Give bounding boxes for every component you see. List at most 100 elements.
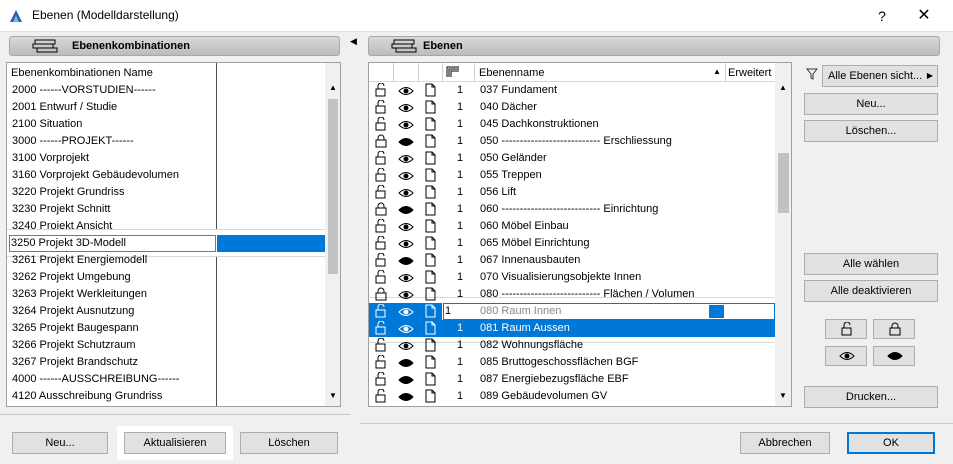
layer-wireframe-icon[interactable] bbox=[423, 236, 437, 250]
layer-wireframe-icon[interactable] bbox=[423, 338, 437, 352]
layer-row[interactable]: 1 056 Lift bbox=[369, 184, 775, 201]
layer-row[interactable]: 1 080 Raum Innen bbox=[369, 303, 775, 320]
layer-row[interactable]: 1 087 Energiebezugsfläche EBF bbox=[369, 371, 775, 388]
layer-row[interactable]: 1 082 Wohnungsfläche bbox=[369, 337, 775, 354]
unlock-icon[interactable] bbox=[374, 337, 388, 352]
layer-wireframe-icon[interactable] bbox=[423, 389, 437, 403]
unlock-icon[interactable] bbox=[374, 184, 388, 199]
combinations-name-column-header[interactable]: Ebenenkombinationen Name bbox=[11, 67, 153, 79]
scroll-up-icon[interactable]: ▲ bbox=[779, 83, 787, 92]
unlock-icon[interactable] bbox=[374, 167, 388, 182]
unlock-icon[interactable] bbox=[374, 303, 388, 318]
layer-wireframe-icon[interactable] bbox=[423, 270, 437, 284]
unlock-icon[interactable] bbox=[374, 218, 388, 233]
layer-row[interactable]: 1 060 Möbel Einbau bbox=[369, 218, 775, 235]
cancel-button[interactable]: Abbrechen bbox=[740, 432, 830, 454]
layer-row[interactable]: 1 089 Gebäudevolumen GV bbox=[369, 388, 775, 405]
layer-row[interactable]: 1 080 --------------------------- Flächen… bbox=[369, 286, 775, 303]
hide-all-button[interactable] bbox=[873, 346, 915, 366]
layer-row[interactable]: 1 070 Visualisierungsobjekte Innen bbox=[369, 269, 775, 286]
new-layer-button[interactable]: Neu... bbox=[804, 93, 938, 115]
scroll-down-icon[interactable]: ▼ bbox=[779, 391, 787, 400]
eye-icon[interactable] bbox=[398, 153, 414, 167]
layer-combinations-list[interactable]: Ebenenkombinationen Name 2000 ------VORS… bbox=[6, 62, 341, 407]
layer-wireframe-icon[interactable] bbox=[423, 287, 437, 301]
layer-name-column-header[interactable]: Ebenenname bbox=[479, 67, 544, 79]
unlock-icon[interactable] bbox=[374, 99, 388, 114]
combination-item[interactable]: 2100 Situation bbox=[7, 116, 82, 133]
layer-wireframe-icon[interactable] bbox=[423, 185, 437, 199]
update-combination-button[interactable]: Aktualisieren bbox=[124, 432, 226, 454]
sort-ascending-icon[interactable]: ▲ bbox=[713, 67, 721, 76]
combination-item[interactable]: 3230 Projekt Schnitt bbox=[7, 201, 110, 218]
unlock-icon[interactable] bbox=[374, 354, 388, 369]
layer-row[interactable]: 1 055 Treppen bbox=[369, 167, 775, 184]
layer-wireframe-icon[interactable] bbox=[423, 100, 437, 114]
eye-icon[interactable] bbox=[398, 102, 414, 116]
lock-icon[interactable] bbox=[374, 287, 388, 301]
ok-button[interactable]: OK bbox=[847, 432, 935, 454]
combination-item[interactable]: 3100 Vorprojekt bbox=[7, 150, 89, 167]
layer-row[interactable]: 1 050 Geländer bbox=[369, 150, 775, 167]
eye-icon[interactable] bbox=[398, 119, 414, 133]
layer-wireframe-icon[interactable] bbox=[423, 321, 437, 335]
delete-layer-button[interactable]: Löschen... bbox=[804, 120, 938, 142]
delete-combination-button[interactable]: Löschen bbox=[240, 432, 338, 454]
unlock-icon[interactable] bbox=[374, 252, 388, 267]
scroll-thumb[interactable] bbox=[778, 153, 789, 213]
unlock-icon[interactable] bbox=[374, 82, 388, 97]
eye-closed-icon[interactable] bbox=[398, 255, 414, 269]
lock-icon[interactable] bbox=[374, 134, 388, 148]
layer-row[interactable]: 1 085 Bruttogeschossflächen BGF bbox=[369, 354, 775, 371]
combination-item[interactable]: 3220 Projekt Grundriss bbox=[7, 184, 125, 201]
layer-row[interactable]: 1 037 Fundament bbox=[369, 82, 775, 99]
unlock-icon[interactable] bbox=[374, 116, 388, 131]
layer-row[interactable]: 1 060 --------------------------- Einrich… bbox=[369, 201, 775, 218]
layer-row[interactable]: 1 040 Dächer bbox=[369, 99, 775, 116]
layer-row[interactable]: 1 065 Möbel Einrichtung bbox=[369, 235, 775, 252]
eye-icon[interactable] bbox=[398, 221, 414, 235]
new-combination-button[interactable]: Neu... bbox=[12, 432, 108, 454]
combination-item[interactable]: 4120 Ausschreibung Grundriss bbox=[7, 388, 162, 405]
layers-table[interactable]: Ebenenname ▲ Erweitert 1 037 Fundament 1 04… bbox=[368, 62, 792, 407]
scroll-thumb[interactable] bbox=[328, 99, 338, 274]
collapse-arrow-icon[interactable]: ◀ bbox=[350, 36, 358, 47]
print-button[interactable]: Drucken... bbox=[804, 386, 938, 408]
layer-wireframe-icon[interactable] bbox=[423, 134, 437, 148]
combination-item[interactable]: 2001 Entwurf / Studie bbox=[7, 99, 117, 116]
layer-wireframe-icon[interactable] bbox=[423, 219, 437, 233]
combination-item[interactable]: 3267 Projekt Brandschutz bbox=[7, 354, 138, 371]
unlock-icon[interactable] bbox=[374, 235, 388, 250]
layer-row[interactable]: 1 067 Innenausbauten bbox=[369, 252, 775, 269]
layer-wireframe-icon[interactable] bbox=[423, 83, 437, 97]
combination-item[interactable]: 2000 ------VORSTUDIEN------ bbox=[7, 82, 156, 99]
eye-icon[interactable] bbox=[398, 187, 414, 201]
eye-icon[interactable] bbox=[398, 85, 414, 99]
combination-item[interactable]: 3264 Projekt Ausnutzung bbox=[7, 303, 134, 320]
unlock-icon[interactable] bbox=[374, 371, 388, 386]
show-all-button[interactable] bbox=[825, 346, 867, 366]
eye-closed-icon[interactable] bbox=[398, 136, 414, 150]
eye-icon[interactable] bbox=[398, 323, 414, 337]
eye-closed-icon[interactable] bbox=[398, 374, 414, 388]
combination-item[interactable]: 3262 Projekt Umgebung bbox=[7, 269, 131, 286]
combinations-scrollbar[interactable]: ▲ ▼ bbox=[325, 63, 340, 406]
eye-icon[interactable] bbox=[398, 289, 414, 303]
lock-icon[interactable] bbox=[374, 202, 388, 216]
unlock-icon[interactable] bbox=[374, 388, 388, 403]
combination-item[interactable]: 3263 Projekt Werkleitungen bbox=[7, 286, 147, 303]
unlock-icon[interactable] bbox=[374, 150, 388, 165]
help-button[interactable]: ? bbox=[862, 4, 902, 28]
eye-icon[interactable] bbox=[398, 306, 414, 320]
layer-wireframe-icon[interactable] bbox=[423, 117, 437, 131]
combination-item[interactable]: 3160 Vorprojekt Gebäudevolumen bbox=[7, 167, 179, 184]
eye-icon[interactable] bbox=[398, 238, 414, 252]
layer-wireframe-icon[interactable] bbox=[423, 168, 437, 182]
layer-wireframe-icon[interactable] bbox=[423, 253, 437, 267]
eye-icon[interactable] bbox=[398, 170, 414, 184]
layer-wireframe-icon[interactable] bbox=[423, 372, 437, 386]
unlock-all-button[interactable] bbox=[825, 319, 867, 339]
combination-item[interactable]: 3000 ------PROJEKT------ bbox=[7, 133, 134, 150]
combination-item[interactable]: 3261 Projekt Energiemodell bbox=[7, 252, 147, 269]
layers-scrollbar[interactable]: ▲ ▼ bbox=[775, 63, 791, 406]
